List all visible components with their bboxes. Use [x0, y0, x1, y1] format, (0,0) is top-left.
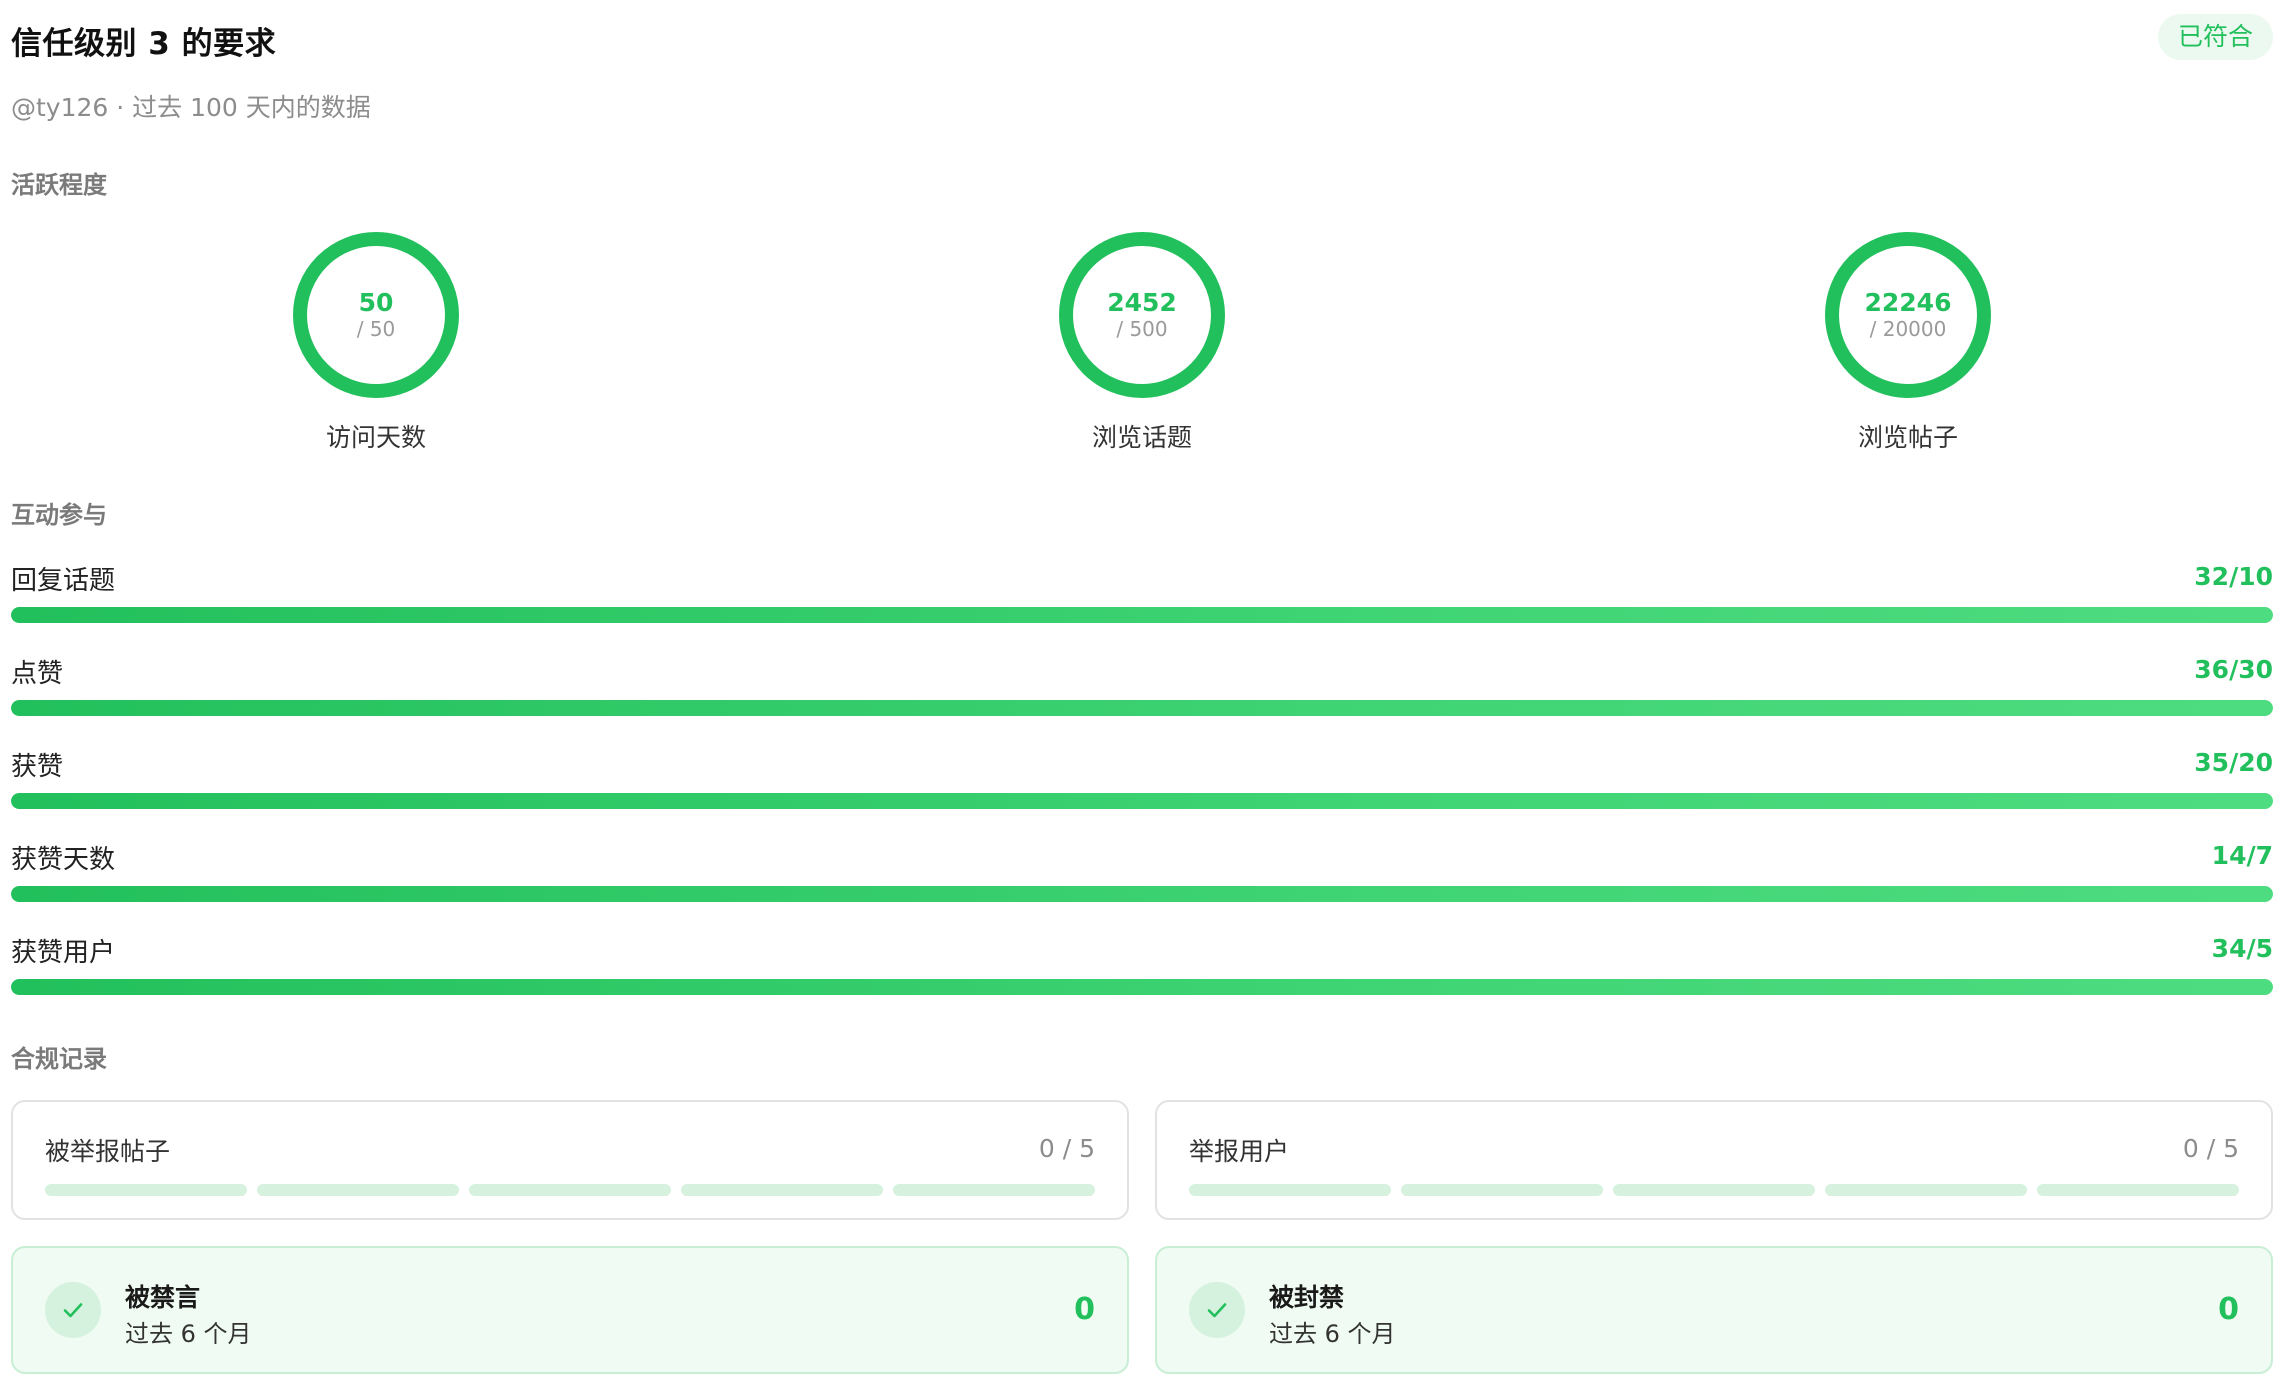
- meter-segment: [1401, 1184, 1603, 1196]
- bar-row-liked-days: 获赞天数 14/7: [11, 839, 2273, 932]
- card-silenced: 被禁言 过去 6 个月 0: [11, 1246, 1129, 1374]
- meter-segment: [1613, 1184, 1815, 1196]
- bar-label: 回复话题: [11, 566, 116, 596]
- check-icon: [45, 1282, 101, 1338]
- interaction-bars: 回复话题 32/10 点赞 36/30 获赞 35/20 获赞天数 14/7 获…: [11, 560, 2273, 1025]
- progress-ring: 22246 / 20000: [1823, 230, 1993, 400]
- progress-track: [11, 886, 2273, 902]
- bar-label: 获赞用户: [11, 938, 116, 968]
- meter-segment: [45, 1184, 247, 1196]
- status-badge: 已符合: [2157, 14, 2273, 60]
- bar-row-likes-given: 点赞 36/30: [11, 653, 2273, 746]
- bar-row-replies: 回复话题 32/10: [11, 560, 2273, 653]
- progress-fill: [11, 700, 2273, 716]
- meter-segment: [1825, 1184, 2027, 1196]
- card-label: 举报用户: [1189, 1137, 1290, 1166]
- segment-meter: [45, 1184, 1095, 1196]
- header: 信任级别 3 的要求 已符合: [11, 14, 2273, 66]
- bar-value: 35/20: [2194, 748, 2273, 777]
- bar-value: 34/5: [2211, 934, 2273, 963]
- card-reported-posts: 被举报帖子 0 / 5: [11, 1100, 1129, 1220]
- bar-row-liked-users: 获赞用户 34/5: [11, 932, 2273, 1025]
- progress-fill: [11, 979, 2273, 995]
- meter-segment: [893, 1184, 1095, 1196]
- ring-center: 22246 / 20000: [1823, 230, 1993, 400]
- progress-track: [11, 979, 2273, 995]
- progress-ring: 2452 / 500: [1057, 230, 1227, 400]
- ring-value: 22246: [1864, 288, 1952, 317]
- status-period: 过去 6 个月: [125, 1320, 252, 1348]
- bar-label: 点赞: [11, 659, 64, 689]
- ring-target: / 500: [1116, 317, 1168, 341]
- section-label-compliance: 合规记录: [11, 1045, 107, 1073]
- ring-label: 访问天数: [325, 423, 426, 452]
- ring-item-topics-viewed: 2452 / 500 浏览话题: [1012, 230, 1272, 454]
- bar-value: 32/10: [2194, 562, 2273, 591]
- progress-fill: [11, 607, 2273, 623]
- section-label-activity: 活跃程度: [11, 171, 107, 199]
- section-label-interaction: 互动参与: [11, 501, 107, 529]
- status-period: 过去 6 个月: [1269, 1320, 1396, 1348]
- ring-label: 浏览话题: [1091, 423, 1192, 452]
- ring-item-visit-days: 50 / 50 访问天数: [246, 230, 506, 454]
- progress-fill: [11, 793, 2273, 809]
- card-reported-users: 举报用户 0 / 5: [1155, 1100, 2273, 1220]
- bar-value: 36/30: [2194, 655, 2273, 684]
- status-title: 被封禁: [1269, 1283, 1345, 1312]
- ring-center: 2452 / 500: [1057, 230, 1227, 400]
- progress-track: [11, 700, 2273, 716]
- ring-target: / 20000: [1869, 317, 1947, 341]
- bar-label: 获赞天数: [11, 845, 116, 875]
- ring-item-posts-viewed: 22246 / 20000 浏览帖子: [1778, 230, 2038, 454]
- ring-label: 浏览帖子: [1857, 423, 1958, 452]
- activity-rings: 50 / 50 访问天数 2452 / 500 浏览话题 22246 / 200…: [11, 230, 2273, 460]
- check-icon: [1189, 1282, 1245, 1338]
- card-label: 被举报帖子: [45, 1137, 171, 1166]
- ring-center: 50 / 50: [291, 230, 461, 400]
- bar-row-likes-received: 获赞 35/20: [11, 746, 2273, 839]
- progress-fill: [11, 886, 2273, 902]
- trust-level-page: 信任级别 3 的要求 已符合 @ty126 · 过去 100 天内的数据 活跃程…: [0, 0, 2280, 1384]
- meter-segment: [257, 1184, 459, 1196]
- page-title: 信任级别 3 的要求: [11, 26, 277, 62]
- progress-track: [11, 607, 2273, 623]
- status-count: 0: [1074, 1292, 1095, 1327]
- meter-segment: [469, 1184, 671, 1196]
- card-count: 0 / 5: [2182, 1134, 2239, 1163]
- ring-target: / 50: [356, 317, 396, 341]
- meter-segment: [2037, 1184, 2239, 1196]
- progress-ring: 50 / 50: [291, 230, 461, 400]
- progress-track: [11, 793, 2273, 809]
- status-title: 被禁言: [125, 1283, 201, 1312]
- meter-segment: [1189, 1184, 1391, 1196]
- ring-value: 50: [358, 288, 394, 317]
- ring-value: 2452: [1107, 288, 1177, 317]
- page-subtitle: @ty126 · 过去 100 天内的数据: [11, 93, 371, 122]
- bar-value: 14/7: [2211, 841, 2273, 870]
- bar-label: 获赞: [11, 752, 64, 782]
- meter-segment: [681, 1184, 883, 1196]
- status-count: 0: [2218, 1292, 2239, 1327]
- card-suspended: 被封禁 过去 6 个月 0: [1155, 1246, 2273, 1374]
- card-count: 0 / 5: [1038, 1134, 1095, 1163]
- segment-meter: [1189, 1184, 2239, 1196]
